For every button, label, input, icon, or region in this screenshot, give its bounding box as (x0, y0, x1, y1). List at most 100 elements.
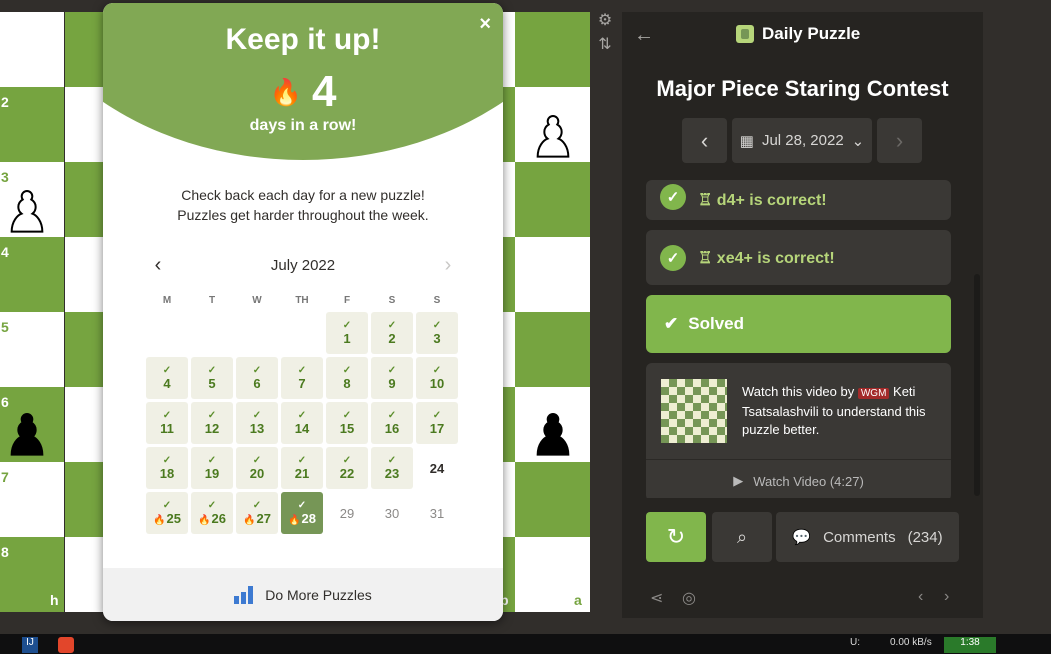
daily-puzzle-icon (736, 25, 754, 43)
check-icon: ✓ (297, 499, 307, 511)
calendar-day[interactable]: ✓ 11 (146, 402, 188, 444)
calendar-day[interactable]: ✓ 1 (326, 312, 368, 354)
calendar-day[interactable]: ✓ 7 (281, 357, 323, 399)
calendar-day[interactable]: ✓ 4 (146, 357, 188, 399)
day-number: 9 (388, 375, 396, 391)
board-square[interactable] (515, 12, 590, 87)
next-arrow-icon[interactable]: › (944, 588, 949, 606)
comments-button[interactable]: 💬 Comments (234) (776, 512, 959, 562)
solved-banner: ✔ Solved (646, 295, 951, 353)
analyze-button[interactable]: ⌕ (712, 512, 772, 562)
day-number: 8 (343, 375, 351, 391)
day-number: 🔥25 (153, 510, 181, 526)
check-icon: ✓ (252, 454, 262, 466)
streak-display: 🔥 4 (103, 67, 503, 117)
day-number: 16 (384, 420, 400, 436)
weekday-label: F (343, 295, 351, 306)
browser-taskbar-icon[interactable] (58, 637, 74, 653)
watch-video-button[interactable]: ▶ Watch Video (4:27) (646, 459, 951, 502)
daily-puzzle-panel: ← Daily Puzzle Major Piece Staring Conte… (622, 12, 983, 618)
scrollbar[interactable] (974, 274, 980, 496)
date-dropdown[interactable]: ▦ Jul 28, 2022 ⌄ (732, 118, 872, 163)
board-square[interactable] (0, 87, 64, 162)
panel-title-label: Daily Puzzle (762, 24, 861, 43)
board-square[interactable] (0, 462, 64, 537)
previous-arrow-icon[interactable]: ‹ (918, 588, 923, 606)
puzzle-thumbnail[interactable] (661, 379, 727, 443)
calendar-day[interactable]: ✓ 10 (416, 357, 458, 399)
settings-gear-icon[interactable]: ⚙ (596, 12, 614, 30)
board-square[interactable] (515, 312, 590, 387)
check-icon: ✓ (297, 454, 307, 466)
calendar-day[interactable]: ✓ 12 (191, 402, 233, 444)
check-icon: ✓ (297, 364, 307, 376)
do-more-puzzles-button[interactable]: Do More Puzzles (103, 568, 503, 621)
calendar-day[interactable]: ✓ 2 (371, 312, 413, 354)
calendar-day[interactable]: ✓ 6 (236, 357, 278, 399)
calendar-day[interactable]: ✓ 20 (236, 447, 278, 489)
calendar-day[interactable]: ✓ 21 (281, 447, 323, 489)
calendar-day[interactable]: ✓ 9 (371, 357, 413, 399)
clock[interactable]: 1:38 (944, 637, 996, 653)
network-label: U: (850, 637, 860, 648)
calendar-day[interactable]: ✓ 16 (371, 402, 413, 444)
day-number: 29 (339, 505, 355, 521)
puzzles-chart-icon (234, 585, 254, 604)
board-square[interactable] (515, 462, 590, 537)
calendar-day[interactable]: ✓ 🔥27 (236, 492, 278, 534)
board-square[interactable] (0, 312, 64, 387)
black-pawn-piece[interactable] (0, 402, 57, 462)
day-number: 19 (204, 465, 220, 481)
check-icon: ✓ (660, 184, 686, 210)
white-pawn-piece[interactable] (523, 104, 583, 164)
flame-icon: 🔥 (269, 76, 302, 107)
next-month-icon[interactable]: › (436, 254, 460, 277)
previous-month-icon[interactable]: ‹ (146, 254, 170, 277)
calendar-day[interactable]: 24 (416, 447, 458, 489)
calendar-day[interactable]: ✓ 17 (416, 402, 458, 444)
flip-board-icon[interactable]: ⇅ (596, 36, 614, 54)
board-square[interactable] (0, 12, 64, 87)
next-day-button[interactable]: › (877, 118, 922, 163)
calendar-blank (191, 312, 233, 354)
calendar-day[interactable]: 29 (326, 492, 368, 534)
calendar-day[interactable]: ✓ 23 (371, 447, 413, 489)
day-number: 7 (298, 375, 306, 391)
calendar-day[interactable]: 30 (371, 492, 413, 534)
check-icon: ✓ (162, 454, 172, 466)
calendar-day[interactable]: ✓ 🔥28 (281, 492, 323, 534)
day-number: 6 (253, 375, 261, 391)
calendar-day[interactable]: ✓ 13 (236, 402, 278, 444)
back-arrow-icon[interactable]: ← (634, 24, 654, 47)
retry-button[interactable]: ↻ (646, 512, 706, 562)
white-pawn-piece[interactable] (0, 179, 57, 239)
board-square[interactable] (515, 162, 590, 237)
calendar-blank (236, 312, 278, 354)
target-icon[interactable]: ◎ (682, 588, 696, 608)
calendar-day[interactable]: ✓ 22 (326, 447, 368, 489)
day-number: 10 (429, 375, 445, 391)
calendar-day[interactable]: 31 (416, 492, 458, 534)
weekday-label: W (252, 295, 262, 306)
date-label: Jul 28, 2022 (761, 132, 844, 149)
calendar-day[interactable]: ✓ 3 (416, 312, 458, 354)
move-result-item: ✓ ♖ xe4+ is correct! (646, 230, 951, 285)
board-square[interactable] (0, 237, 64, 312)
calendar-day[interactable]: ✓ 14 (281, 402, 323, 444)
ide-taskbar-icon[interactable]: IJ (22, 637, 38, 653)
check-icon: ✓ (162, 364, 172, 376)
calendar-day[interactable]: ✓ 5 (191, 357, 233, 399)
previous-day-button[interactable]: ‹ (682, 118, 727, 163)
black-pawn-piece[interactable] (523, 402, 583, 462)
board-square[interactable] (515, 237, 590, 312)
calendar-day[interactable]: ✓ 15 (326, 402, 368, 444)
calendar-day[interactable]: ✓ 19 (191, 447, 233, 489)
day-number: 🔥26 (198, 510, 226, 526)
calendar-day[interactable]: ✓ 🔥26 (191, 492, 233, 534)
share-icon[interactable]: ⋖ (650, 588, 663, 608)
video-text: Watch this video by (742, 384, 855, 399)
day-number: 24 (429, 460, 445, 476)
calendar-day[interactable]: ✓ 8 (326, 357, 368, 399)
calendar-day[interactable]: ✓ 18 (146, 447, 188, 489)
calendar-day[interactable]: ✓ 🔥25 (146, 492, 188, 534)
